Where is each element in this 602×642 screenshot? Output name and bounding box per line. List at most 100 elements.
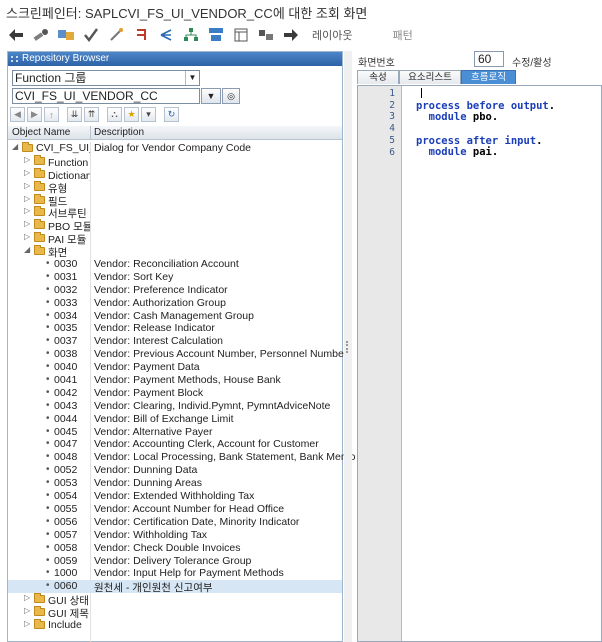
tree-item-screen[interactable]: • 0052 Vendor: Dunning Data (8, 464, 342, 477)
tree-item-screen[interactable]: • 0055 Vendor: Account Number for Head Off… (8, 503, 342, 516)
column-object-name[interactable]: Object Name (12, 127, 70, 138)
chevron-down-icon[interactable]: ▼ (185, 71, 199, 85)
expand-icon[interactable]: ▷ (24, 232, 32, 241)
tree-item-screen[interactable]: • 0032 Vendor: Preference Indicator (8, 284, 342, 297)
line-number: 4 (389, 123, 395, 135)
display-object-button[interactable]: ◎ (222, 88, 240, 104)
code-line: module pai. (416, 146, 555, 158)
favorites-star-icon[interactable]: ★ (124, 107, 139, 122)
line-number: 1 (389, 88, 395, 99)
tree-item-name: 0043 (54, 399, 78, 412)
pattern-button[interactable]: 패턴 (392, 27, 412, 43)
check-icon[interactable] (83, 27, 99, 43)
tree-item-screen[interactable]: • 1000 Vendor: Input Help for Payment Meth… (8, 567, 342, 580)
drag-grip-icon[interactable] (11, 56, 18, 62)
tree-item-description: Vendor: Clearing, Individ.Pymnt, PymntAd… (94, 399, 331, 412)
tree-folder[interactable]: ▷ GUI 상태 (8, 593, 342, 607)
layout-button[interactable]: 레이아웃 (312, 27, 352, 43)
tree-item-screen[interactable]: • 0058 Vendor: Check Double Invoices (8, 542, 342, 555)
screen-number-field[interactable]: 60 (474, 51, 504, 67)
tree-folder[interactable]: ▷ 서브루틴 (8, 206, 342, 220)
object-name-dropdown-button[interactable]: ▼ (201, 88, 221, 104)
tree-item-screen[interactable]: • 0033 Vendor: Authorization Group (8, 297, 342, 310)
tree-folder[interactable]: ▷ 유형 (8, 180, 342, 195)
tree-item-screen[interactable]: • 0045 Vendor: Alternative Payer (8, 426, 342, 439)
tree-folder[interactable]: ▷ Include (8, 618, 342, 632)
tree-item-screen[interactable]: • 0056 Vendor: Certification Date, Minorit… (8, 516, 342, 529)
refresh-icon[interactable]: ↻ (164, 107, 179, 122)
tree-item-screen[interactable]: • 0059 Vendor: Delivery Tolerance Group (8, 555, 342, 568)
tree-item-screen[interactable]: • 0047 Vendor: Accounting Clerk, Account f… (8, 438, 342, 451)
tree-item-name: 0034 (54, 309, 78, 322)
collapse-icon[interactable]: ◢ (24, 245, 32, 254)
other-object-icon[interactable] (58, 27, 74, 43)
hierarchy-icon[interactable] (158, 27, 174, 43)
collapse-icon[interactable]: ◢ (12, 142, 20, 151)
tree-item-description: Vendor: Reconciliation Account (94, 258, 239, 271)
tree-item-screen[interactable]: • 0057 Vendor: Withholding Tax (8, 529, 342, 542)
tree-folder[interactable]: ▷ PAI 모듈 (8, 232, 342, 246)
tree-item-screen[interactable]: • 0040 Vendor: Payment Data (8, 361, 342, 374)
tab-element-list[interactable]: 요소리스트 (399, 70, 461, 84)
tree-item-screen[interactable]: • 0041 Vendor: Payment Methods, House Bank (8, 374, 342, 387)
nav-up-icon[interactable]: ↑ (44, 107, 59, 122)
tree-item-screen[interactable]: • 0043 Vendor: Clearing, Individ.Pymnt, Py… (8, 400, 342, 413)
tree-folder[interactable]: ▷Dictionary 구조 (8, 167, 342, 182)
expand-icon[interactable]: ▷ (24, 219, 32, 228)
tree-item-screen[interactable]: • 0042 Vendor: Payment Block (8, 387, 342, 400)
pane-splitter[interactable] (344, 51, 352, 642)
binoculars-icon[interactable]: ⛬ (107, 107, 122, 122)
favorites-dropdown-icon[interactable]: ▾ (141, 107, 156, 122)
tree-item-screen[interactable]: • 0053 Vendor: Dunning Areas (8, 477, 342, 490)
object-list-icon[interactable] (183, 27, 199, 43)
expand-icon[interactable]: ▷ (24, 194, 32, 203)
tree-item-screen[interactable]: • 0048 Vendor: Local Processing, Bank Stat… (8, 451, 355, 464)
nav-back-icon[interactable]: ◀ (10, 107, 25, 122)
flow-logic-editor[interactable]: 123456 process before output. module pbo… (357, 85, 602, 642)
code-area[interactable]: process before output. module pbo. proces… (416, 88, 555, 159)
activate-icon[interactable] (108, 27, 124, 43)
tab-attributes[interactable]: 속성 (357, 70, 399, 84)
collapse-all-icon[interactable]: ⇊ (67, 107, 82, 122)
tree-item-screen[interactable]: • 0054 Vendor: Extended Withholding Tax (8, 490, 342, 503)
toggle-display-change-icon[interactable] (33, 27, 49, 43)
tree-item-name: 0059 (54, 554, 78, 567)
display-object-list-icon[interactable] (208, 27, 224, 43)
bullet-icon: • (46, 399, 50, 411)
expand-all-icon[interactable]: ⇈ (84, 107, 99, 122)
expand-icon[interactable]: ▷ (24, 593, 32, 602)
tree-item-screen[interactable]: • 0035 Vendor: Release Indicator (8, 322, 342, 335)
tree-item-screen[interactable]: • 0030 Vendor: Reconciliation Account (8, 258, 342, 271)
expand-icon[interactable]: ▷ (24, 155, 32, 164)
tree-folder[interactable]: ▷ 필드 (8, 193, 342, 208)
folder-icon (34, 206, 45, 217)
tree-item-screen[interactable]: • 0034 Vendor: Cash Management Group (8, 310, 342, 323)
tree-item-screen[interactable]: • 0037 Vendor: Interest Calculation (8, 335, 342, 348)
tab-flow-logic[interactable]: 흐름로직 (461, 70, 516, 84)
window-icon[interactable] (233, 27, 249, 43)
tree-folder[interactable]: ▷ GUI 제목 (8, 606, 342, 620)
screen-number-label: 화면번호 (358, 58, 395, 69)
tree-folder[interactable]: ◢ 화면 (8, 245, 342, 259)
expand-icon[interactable]: ▷ (24, 168, 32, 177)
tree-item-screen[interactable]: • 0060 원천세 - 개인원천 신고여부 (8, 580, 342, 594)
tree-item-screen[interactable]: • 0044 Vendor: Bill of Exchange Limit (8, 413, 342, 426)
tree-item-screen[interactable]: • 0038 Vendor: Previous Account Number, Pe… (8, 348, 347, 361)
tree-item-screen[interactable]: • 0031 Vendor: Sort Key (8, 271, 342, 284)
tree-root[interactable]: ◢ CVI_FS_UI_VENDOR_CC Dialog for Vendor Co… (8, 142, 342, 155)
expand-icon[interactable]: ▷ (24, 606, 32, 615)
object-name-input[interactable]: CVI_FS_UI_VENDOR_CC (12, 88, 200, 104)
back-arrow-icon[interactable] (8, 27, 24, 43)
expand-icon[interactable]: ▷ (24, 181, 32, 190)
tree-item-name: 0045 (54, 425, 78, 438)
expand-icon[interactable]: ▷ (24, 206, 32, 215)
nav-forward-icon[interactable]: ▶ (27, 107, 42, 122)
expand-icon[interactable]: ▷ (24, 619, 32, 628)
object-type-select[interactable]: Function 그룹 ▼ (12, 70, 200, 86)
tree-folder[interactable]: ▷ PBO 모듈 (8, 219, 342, 233)
bullet-icon: • (46, 296, 50, 308)
where-used-icon[interactable] (133, 27, 149, 43)
tree-folder[interactable]: ▷Function 모듈 (8, 154, 342, 169)
column-description[interactable]: Description (94, 127, 144, 138)
settings-icon[interactable] (258, 27, 274, 43)
